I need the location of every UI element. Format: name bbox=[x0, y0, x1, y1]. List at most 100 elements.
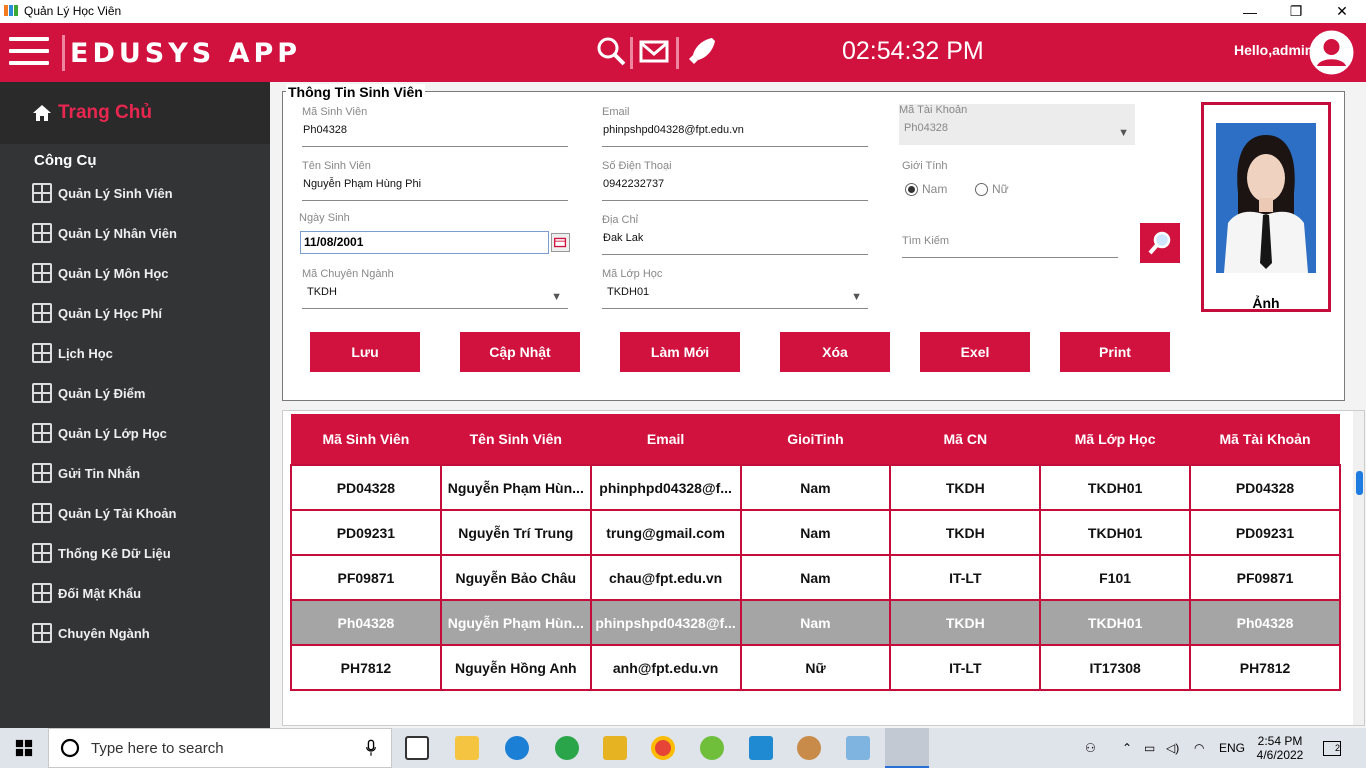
mail-icon[interactable] bbox=[638, 35, 670, 67]
edge-icon[interactable] bbox=[505, 736, 529, 760]
minimize-button[interactable]: — bbox=[1227, 0, 1273, 23]
taskbar-clock[interactable]: 2:54 PM 4/6/2022 bbox=[1255, 728, 1305, 768]
table-cell[interactable]: Nam bbox=[739, 464, 892, 511]
sidebar-item-staff[interactable]: Quản Lý Nhân Viên bbox=[32, 220, 177, 246]
table-cell[interactable]: PD09231 bbox=[1189, 509, 1341, 556]
phone-field[interactable]: Số Điện Thoại 0942232737 bbox=[602, 160, 868, 201]
address-field[interactable]: Địa Chỉ Đak Lak bbox=[602, 214, 868, 255]
calendar-picker-button[interactable] bbox=[551, 233, 570, 252]
column-header[interactable]: GioiTinh bbox=[740, 414, 891, 465]
email-field[interactable]: Email phinpshpd04328@fpt.edu.vn bbox=[602, 106, 868, 147]
table-cell[interactable]: Nguyễn Hồng Anh bbox=[439, 644, 592, 691]
notifications-icon[interactable]: 2 bbox=[1323, 728, 1341, 768]
table-cell[interactable]: IT-LT bbox=[889, 554, 1042, 601]
tray-chevron-up-icon[interactable]: ⌃ bbox=[1122, 728, 1132, 768]
search-icon[interactable] bbox=[595, 35, 627, 67]
update-button[interactable]: Cập Nhật bbox=[460, 332, 580, 372]
column-header[interactable]: Mã Sinh Viên bbox=[291, 414, 441, 465]
column-header[interactable]: Mã Tài Khoản bbox=[1190, 414, 1340, 465]
major-select[interactable]: Mã Chuyên Ngành TKDH ▼ bbox=[302, 268, 568, 309]
sidebar-item-students[interactable]: Quản Lý Sinh Viên bbox=[32, 180, 173, 206]
wifi-icon[interactable]: ◠ bbox=[1194, 728, 1204, 768]
language-indicator[interactable]: ENG bbox=[1219, 728, 1245, 768]
table-cell[interactable]: Nguyễn Phạm Hùn... bbox=[439, 464, 592, 511]
table-cell[interactable]: Nguyễn Bảo Châu bbox=[439, 554, 592, 601]
table-cell[interactable]: IT17308 bbox=[1039, 644, 1192, 691]
table-row[interactable]: PD04328 Nguyễn Phạm Hùn... phinphpd04328@f… bbox=[290, 464, 1341, 511]
table-cell[interactable]: TKDH01 bbox=[1039, 509, 1192, 556]
sidebar-item-subjects[interactable]: Quản Lý Môn Học bbox=[32, 260, 169, 286]
table-cell[interactable]: PF09871 bbox=[290, 554, 442, 601]
table-cell[interactable]: Nam bbox=[739, 599, 892, 646]
rocket-icon[interactable] bbox=[686, 35, 718, 67]
save-button[interactable]: Lưu bbox=[310, 332, 420, 372]
table-cell[interactable]: PD09231 bbox=[290, 509, 442, 556]
table-cell[interactable]: PF09871 bbox=[1189, 554, 1341, 601]
table-cell[interactable]: anh@fpt.edu.vn bbox=[589, 644, 742, 691]
vscode-icon[interactable] bbox=[749, 736, 773, 760]
sidebar-item-majors[interactable]: Chuyên Ngành bbox=[32, 620, 150, 646]
table-cell[interactable]: Nguyễn Trí Trung bbox=[439, 509, 592, 556]
sidebar-item-password[interactable]: Đối Mật Khẩu bbox=[32, 580, 141, 606]
green-app-icon[interactable] bbox=[700, 736, 724, 760]
column-header[interactable]: Tên Sinh Viên bbox=[440, 414, 591, 465]
hamburger-menu-icon[interactable] bbox=[9, 37, 49, 67]
battery-icon[interactable]: ▭ bbox=[1144, 728, 1155, 768]
gender-male-radio[interactable]: Nam bbox=[905, 182, 947, 196]
student-name-field[interactable]: Tên Sinh Viên Nguyễn Phạm Hùng Phi bbox=[302, 160, 568, 201]
column-header[interactable]: Mã Lớp Học bbox=[1040, 414, 1191, 465]
user-avatar-icon[interactable] bbox=[1308, 29, 1355, 76]
table-cell[interactable]: phinpshpd04328@f... bbox=[589, 599, 742, 646]
sidebar-item-fees[interactable]: Quản Lý Học Phí bbox=[32, 300, 162, 326]
taskbar-search-box[interactable]: Type here to search bbox=[48, 728, 392, 768]
scrollbar-thumb[interactable] bbox=[1356, 471, 1363, 495]
sidebar-item-messages[interactable]: Gửi Tin Nhắn bbox=[32, 460, 140, 486]
sidebar-item-classes[interactable]: Quản Lý Lớp Học bbox=[32, 420, 167, 446]
account-id-select[interactable]: Mã Tài Khoản Ph04328 ▼ bbox=[899, 104, 1135, 145]
table-cell[interactable]: TKDH bbox=[889, 599, 1042, 646]
sidebar-item-schedule[interactable]: Lịch Học bbox=[32, 340, 113, 366]
table-cell[interactable]: chau@fpt.edu.vn bbox=[589, 554, 742, 601]
sidebar-item-accounts[interactable]: Quản Lý Tài Khoản bbox=[32, 500, 176, 526]
microphone-icon[interactable] bbox=[365, 739, 377, 757]
table-cell[interactable]: PH7812 bbox=[1189, 644, 1341, 691]
paint-icon[interactable] bbox=[797, 736, 821, 760]
table-cell[interactable]: TKDH01 bbox=[1039, 599, 1192, 646]
table-cell[interactable]: F101 bbox=[1039, 554, 1192, 601]
sidebar-home[interactable]: Trang Chủ bbox=[0, 82, 270, 144]
dob-input[interactable]: 11/08/2001 bbox=[300, 231, 549, 254]
class-select[interactable]: Mã Lớp Học TKDH01 ▼ bbox=[602, 268, 868, 309]
restore-button[interactable]: ❐ bbox=[1273, 0, 1319, 23]
table-cell[interactable]: TKDH bbox=[889, 464, 1042, 511]
volume-icon[interactable]: ◁) bbox=[1166, 728, 1179, 768]
start-button[interactable] bbox=[0, 728, 48, 768]
table-cell[interactable]: TKDH bbox=[889, 509, 1042, 556]
table-cell[interactable]: PD04328 bbox=[1189, 464, 1341, 511]
table-cell[interactable]: Ph04328 bbox=[290, 599, 442, 646]
table-row[interactable]: PD09231 Nguyễn Trí Trung trung@gmail.com Na… bbox=[290, 509, 1341, 556]
people-icon[interactable]: ⚇ bbox=[1085, 728, 1096, 768]
app-globe-icon[interactable] bbox=[555, 736, 579, 760]
table-row-selected[interactable]: Ph04328 Nguyễn Phạm Hùn... phinpshpd04328@… bbox=[290, 599, 1341, 646]
table-cell[interactable]: phinphpd04328@f... bbox=[589, 464, 742, 511]
table-cell[interactable]: PH7812 bbox=[290, 644, 442, 691]
student-photo-frame[interactable]: Ảnh bbox=[1201, 102, 1331, 312]
delete-button[interactable]: Xóa bbox=[780, 332, 890, 372]
column-header[interactable]: Email bbox=[590, 414, 741, 465]
student-id-field[interactable]: Mã Sinh Viên Ph04328 bbox=[302, 106, 568, 147]
task-view-icon[interactable] bbox=[405, 736, 429, 760]
table-cell[interactable]: PD04328 bbox=[290, 464, 442, 511]
table-row[interactable]: PF09871 Nguyễn Bảo Châu chau@fpt.edu.vn Nam… bbox=[290, 554, 1341, 601]
reset-button[interactable]: Làm Mới bbox=[620, 332, 740, 372]
file-explorer-icon[interactable] bbox=[455, 736, 479, 760]
table-cell[interactable]: Nam bbox=[739, 509, 892, 556]
table-row[interactable]: PH7812 Nguyễn Hồng Anh anh@fpt.edu.vn Nữ IT-… bbox=[290, 644, 1341, 691]
excel-button[interactable]: Exel bbox=[920, 332, 1030, 372]
sidebar-item-grades[interactable]: Quản Lý Điểm bbox=[32, 380, 145, 406]
close-button[interactable]: ✕ bbox=[1319, 0, 1365, 23]
search-button[interactable] bbox=[1140, 223, 1180, 263]
gender-female-radio[interactable]: Nữ bbox=[975, 182, 1009, 196]
column-header[interactable]: Mã CN bbox=[890, 414, 1041, 465]
table-cell[interactable]: TKDH01 bbox=[1039, 464, 1192, 511]
sticky-tools-icon[interactable] bbox=[603, 736, 627, 760]
